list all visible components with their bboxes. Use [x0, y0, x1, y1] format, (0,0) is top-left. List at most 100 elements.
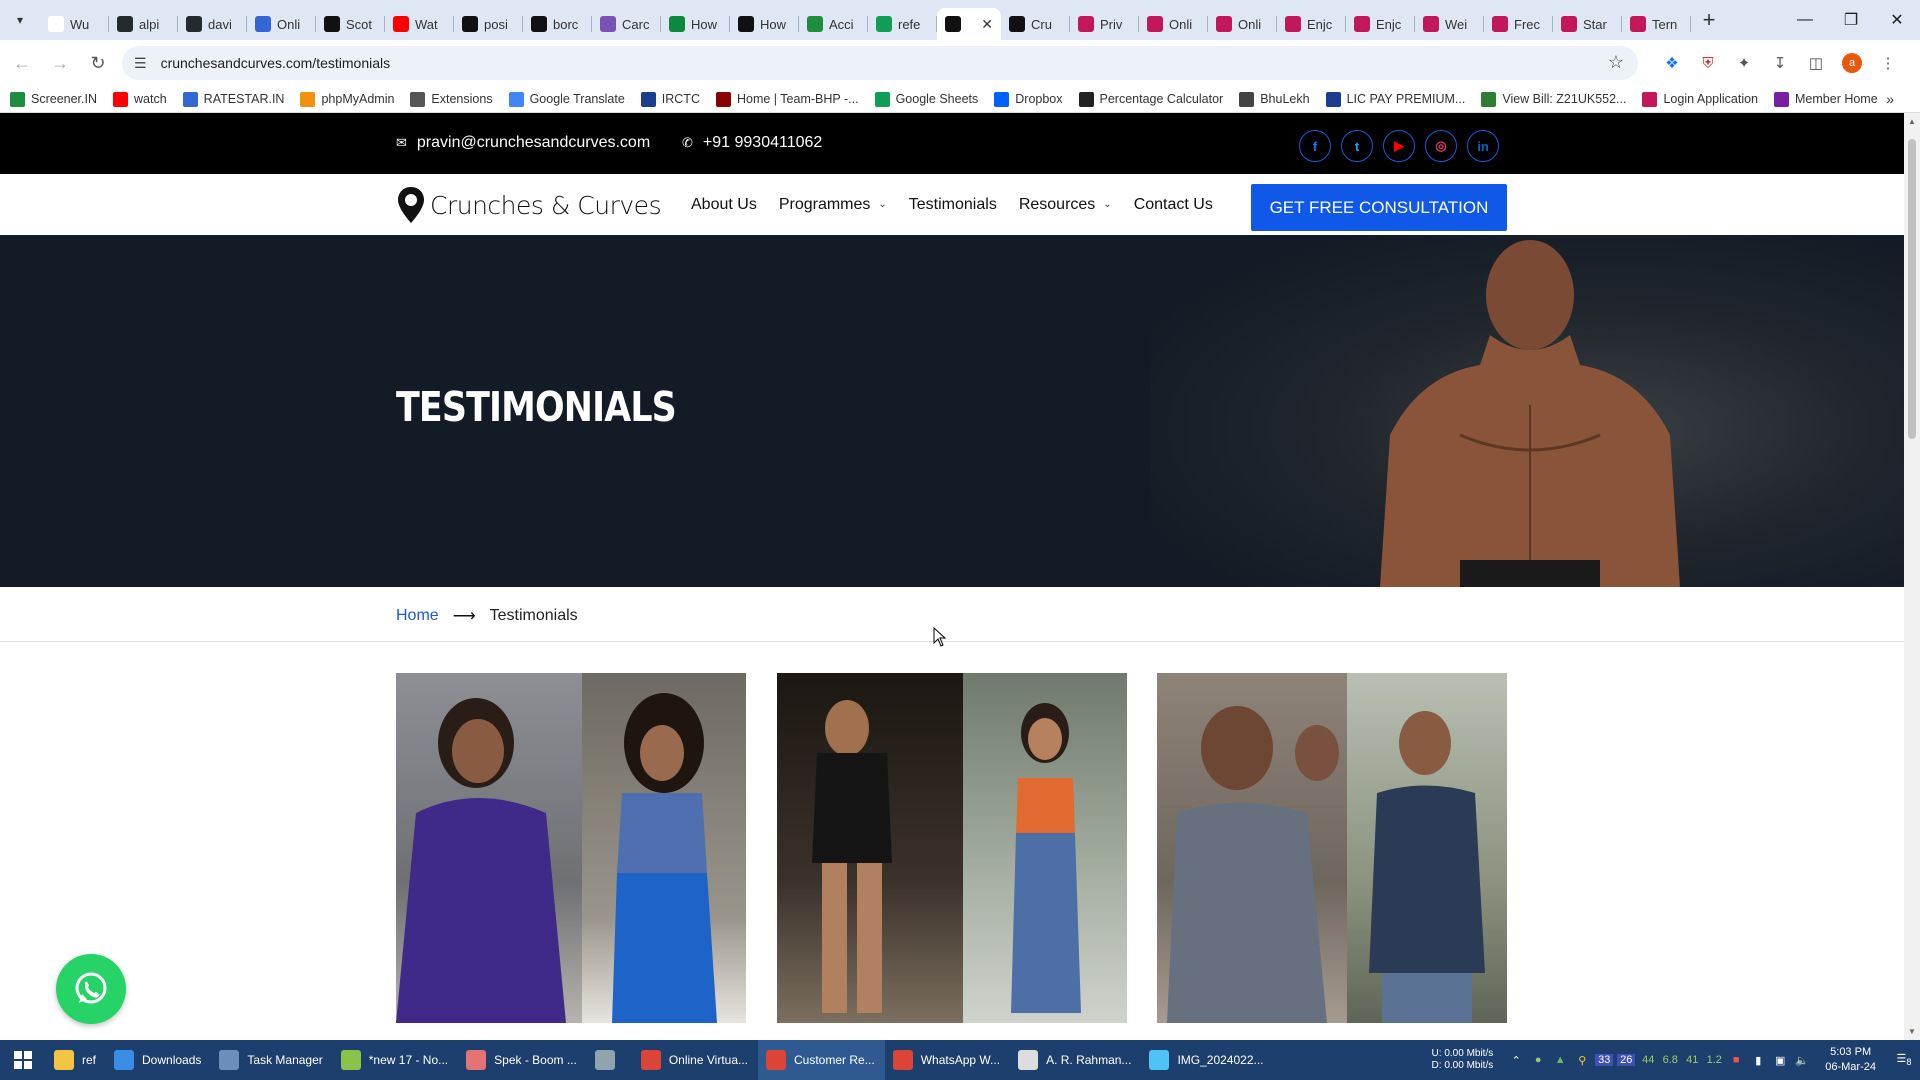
bookmark-item[interactable]: phpMyAdmin: [300, 91, 394, 107]
tab[interactable]: posi: [454, 8, 523, 40]
download-icon[interactable]: ↧: [1762, 47, 1798, 79]
bookmark-item[interactable]: Member Home: [1774, 91, 1878, 107]
bookmark-item[interactable]: Google Translate: [508, 91, 625, 107]
bookmark-item[interactable]: Extensions: [410, 91, 493, 107]
taskbar-app[interactable]: Customer Re...: [758, 1040, 885, 1080]
taskbar-app[interactable]: WhatsApp W...: [885, 1040, 1010, 1080]
address-bar[interactable]: ☰ crunchesandcurves.com/testimonials ☆: [122, 46, 1638, 80]
bookmark-item[interactable]: Login Application: [1642, 91, 1758, 107]
taskbar-app[interactable]: Task Manager: [211, 1040, 332, 1080]
site-info-icon[interactable]: ☰: [134, 55, 147, 72]
restore-button[interactable]: ❐: [1828, 0, 1874, 40]
extension-icon[interactable]: ❖: [1654, 47, 1690, 79]
breadcrumb-home-link[interactable]: Home: [396, 607, 439, 625]
scroll-down-icon[interactable]: ▼: [1908, 1027, 1916, 1036]
side-panel-icon[interactable]: ◫: [1798, 47, 1834, 79]
kebab-menu-icon[interactable]: ⋮: [1870, 47, 1906, 79]
tab[interactable]: Onli: [247, 8, 316, 40]
testimonial-card[interactable]: [396, 673, 746, 1023]
tab[interactable]: Cru: [1001, 8, 1070, 40]
tab-search-chevron-icon[interactable]: ▾: [0, 0, 40, 40]
email-link[interactable]: ✉ pravin@crunchesandcurves.com: [396, 134, 650, 152]
bookmark-item[interactable]: LIC PAY PREMIUM...: [1325, 91, 1465, 107]
linkedin-icon[interactable]: in: [1467, 130, 1499, 162]
nav-testimonials[interactable]: Testimonials: [909, 196, 997, 214]
bookmark-item[interactable]: BhuLekh: [1239, 91, 1310, 107]
tab[interactable]: Enjc: [1346, 8, 1415, 40]
back-button[interactable]: ←: [6, 47, 38, 79]
testimonial-card[interactable]: [777, 673, 1127, 1023]
page-scrollbar[interactable]: ▲ ▼: [1904, 113, 1920, 1040]
minimize-button[interactable]: —: [1782, 0, 1828, 40]
tab[interactable]: How: [730, 8, 799, 40]
bookmark-item[interactable]: Google Sheets: [874, 91, 978, 107]
nav-programmes[interactable]: Programmes ⌄: [779, 196, 887, 214]
chevron-up-icon[interactable]: ⌃: [1507, 1054, 1525, 1067]
profile-avatar[interactable]: a: [1842, 53, 1862, 73]
new-tab-button[interactable]: +: [1691, 0, 1727, 40]
instagram-icon[interactable]: ◎: [1425, 130, 1457, 162]
tab[interactable]: Carc: [592, 8, 661, 40]
taskbar-app[interactable]: Spek - Boom ...: [458, 1040, 587, 1080]
tab[interactable]: Wei: [1415, 8, 1484, 40]
tray-badge[interactable]: 33: [1595, 1054, 1614, 1066]
free-consultation-button[interactable]: GET FREE CONSULTATION: [1251, 184, 1507, 231]
youtube-icon[interactable]: ▶: [1383, 130, 1415, 162]
facebook-icon[interactable]: f: [1299, 130, 1331, 162]
tab[interactable]: refe: [868, 8, 937, 40]
taskbar-app[interactable]: [587, 1040, 633, 1080]
reload-button[interactable]: ↻: [82, 47, 114, 79]
tray-app-icon[interactable]: ●: [1529, 1054, 1547, 1066]
taskbar-app[interactable]: ref: [46, 1040, 106, 1080]
nav-about-us[interactable]: About Us: [691, 196, 757, 214]
tab[interactable]: Enjc: [1277, 8, 1346, 40]
shield-extension-icon[interactable]: ⛨: [1690, 47, 1726, 79]
scroll-up-icon[interactable]: ▲: [1908, 117, 1916, 126]
tab[interactable]: Wu: [40, 8, 109, 40]
tab[interactable]: Frec: [1484, 8, 1553, 40]
taskbar-app[interactable]: A. R. Rahman...: [1010, 1040, 1141, 1080]
bookmark-item[interactable]: watch: [113, 91, 167, 107]
search-icon[interactable]: ⚲: [1573, 1054, 1591, 1067]
taskbar-app[interactable]: Downloads: [106, 1040, 211, 1080]
tab[interactable]: Star: [1553, 8, 1622, 40]
tray-app-icon[interactable]: ▲: [1551, 1054, 1569, 1066]
battery-icon[interactable]: ▮: [1749, 1054, 1767, 1067]
tab[interactable]: How: [661, 8, 730, 40]
taskbar-app[interactable]: *new 17 - No...: [333, 1040, 458, 1080]
phone-link[interactable]: ✆ +91 9930411062: [682, 134, 822, 152]
close-tab-icon[interactable]: ✕: [981, 16, 993, 33]
bookmark-item[interactable]: Screener.IN: [10, 91, 97, 107]
network-icon[interactable]: ▣: [1771, 1054, 1789, 1067]
tab[interactable]: Priv: [1070, 8, 1139, 40]
whatsapp-chat-button[interactable]: [56, 954, 126, 1024]
close-window-button[interactable]: ✕: [1874, 0, 1920, 40]
scrollbar-thumb[interactable]: [1908, 139, 1916, 439]
tab[interactable]: borc: [523, 8, 592, 40]
tab-active[interactable]: ✕: [937, 8, 1001, 40]
testimonial-card[interactable]: [1157, 673, 1507, 1023]
bookmark-star-icon[interactable]: ☆: [1608, 52, 1624, 73]
tab[interactable]: Onli: [1139, 8, 1208, 40]
bookmark-item[interactable]: IRCTC: [640, 91, 700, 107]
tab[interactable]: Acci: [799, 8, 868, 40]
clock[interactable]: 5:03 PM 06-Mar-24: [1825, 1045, 1876, 1075]
tab[interactable]: alpi: [109, 8, 178, 40]
tray-app-icon[interactable]: ■: [1727, 1054, 1745, 1066]
start-button[interactable]: [0, 1040, 46, 1080]
twitter-icon[interactable]: t: [1341, 130, 1373, 162]
tray-badge[interactable]: 26: [1617, 1054, 1636, 1066]
nav-resources[interactable]: Resources ⌄: [1019, 196, 1112, 214]
bookmark-item[interactable]: Dropbox: [994, 91, 1063, 107]
volume-icon[interactable]: 🔈: [1793, 1054, 1811, 1067]
taskbar-app[interactable]: IMG_2024022...: [1141, 1040, 1273, 1080]
bookmarks-overflow-icon[interactable]: »: [1886, 91, 1894, 107]
tab[interactable]: Wat: [385, 8, 454, 40]
taskbar-app[interactable]: Online Virtua...: [633, 1040, 758, 1080]
notification-center-icon[interactable]: ☰8: [1890, 1052, 1918, 1067]
bookmark-item[interactable]: RATESTAR.IN: [182, 91, 284, 107]
puzzle-icon[interactable]: ✦: [1726, 47, 1762, 79]
bookmark-item[interactable]: View Bill: Z21UK552...: [1481, 91, 1626, 107]
tab[interactable]: Scot: [316, 8, 385, 40]
site-logo[interactable]: Crunches & Curves: [396, 185, 662, 225]
